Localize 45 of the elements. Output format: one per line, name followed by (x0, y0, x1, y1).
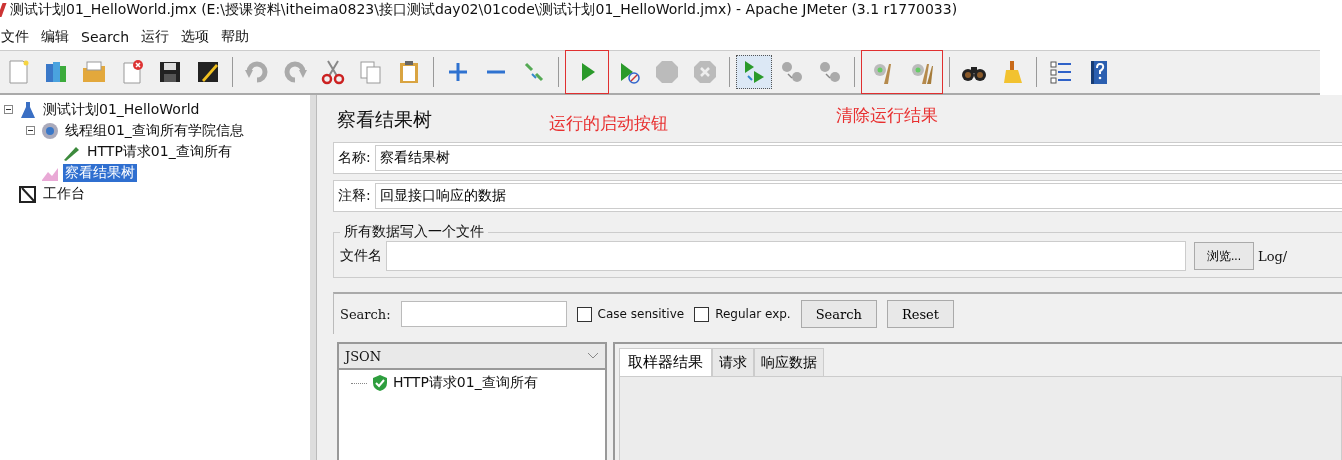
collapse-toggle[interactable] (26, 126, 37, 135)
checkbox-label: Regular exp. (715, 307, 791, 321)
checkbox-label: Case sensitive (597, 307, 685, 321)
tab[interactable]: 取样器结果 (619, 348, 712, 376)
menu-item[interactable]: 运行 (140, 28, 171, 46)
annotation-text: 运行的启动按钮 (549, 112, 668, 135)
window-title: 测试计划01_HelloWorld.jmx (E:\授课资料\itheima0823\接口测试day02\01code\测试计划01_HelloWorld.jmx) - Apache JMeter (3.1 r1770033) (10, 1, 958, 19)
field-label: Log/ (1258, 248, 1288, 264)
tab[interactable]: 响应数据 (754, 348, 824, 376)
tree-item[interactable]: 察看结果树 (63, 163, 137, 182)
name-field[interactable]: 察看结果树 (374, 145, 1342, 171)
panel-title: 察看结果树 (337, 107, 432, 132)
menu-item[interactable]: 文件 (0, 28, 30, 46)
annotation-text: 清除运行结果 (836, 104, 938, 127)
field-label: 注释: (338, 187, 371, 205)
collapse-toggle[interactable] (4, 105, 15, 114)
chevron-down-icon (587, 352, 599, 360)
tree-item[interactable]: HTTP请求01_查询所有 (85, 142, 234, 161)
app-icon (0, 3, 7, 17)
remote-start-icon[interactable] (736, 55, 772, 89)
menu-item[interactable]: 编辑 (40, 28, 70, 46)
comment-field[interactable]: 回显接口响应的数据 (374, 183, 1342, 209)
tree-item[interactable]: 测试计划01_HelloWorld (41, 100, 202, 119)
reset-button[interactable]: Reset (886, 300, 954, 328)
plan-icon (18, 100, 38, 119)
field-label: Search: (340, 306, 391, 322)
workbench-icon (18, 184, 38, 203)
tree-item[interactable]: 工作台 (41, 184, 87, 203)
tree-item[interactable]: 线程组01_查询所有学院信息 (63, 121, 246, 140)
menu-item[interactable]: 选项 (180, 28, 211, 46)
checkbox[interactable] (576, 306, 592, 322)
group-title: 所有数据写入一个文件 (343, 223, 485, 241)
result-item[interactable]: HTTP请求01_查询所有 (393, 374, 538, 392)
search-button[interactable]: Search (800, 300, 877, 328)
field-label: 名称: (338, 149, 371, 167)
filename-field[interactable] (386, 241, 1186, 271)
search-field[interactable] (400, 301, 567, 327)
menu-item[interactable]: Search (80, 29, 131, 45)
browse-button[interactable]: 浏览... (1194, 242, 1254, 270)
checkbox[interactable] (694, 306, 710, 322)
renderer-dropdown[interactable]: JSON (339, 344, 605, 370)
tab[interactable]: 请求 (712, 348, 754, 376)
menu-item[interactable]: 帮助 (220, 28, 251, 46)
threads-icon (40, 121, 60, 140)
field-label: 文件名 (340, 247, 382, 265)
